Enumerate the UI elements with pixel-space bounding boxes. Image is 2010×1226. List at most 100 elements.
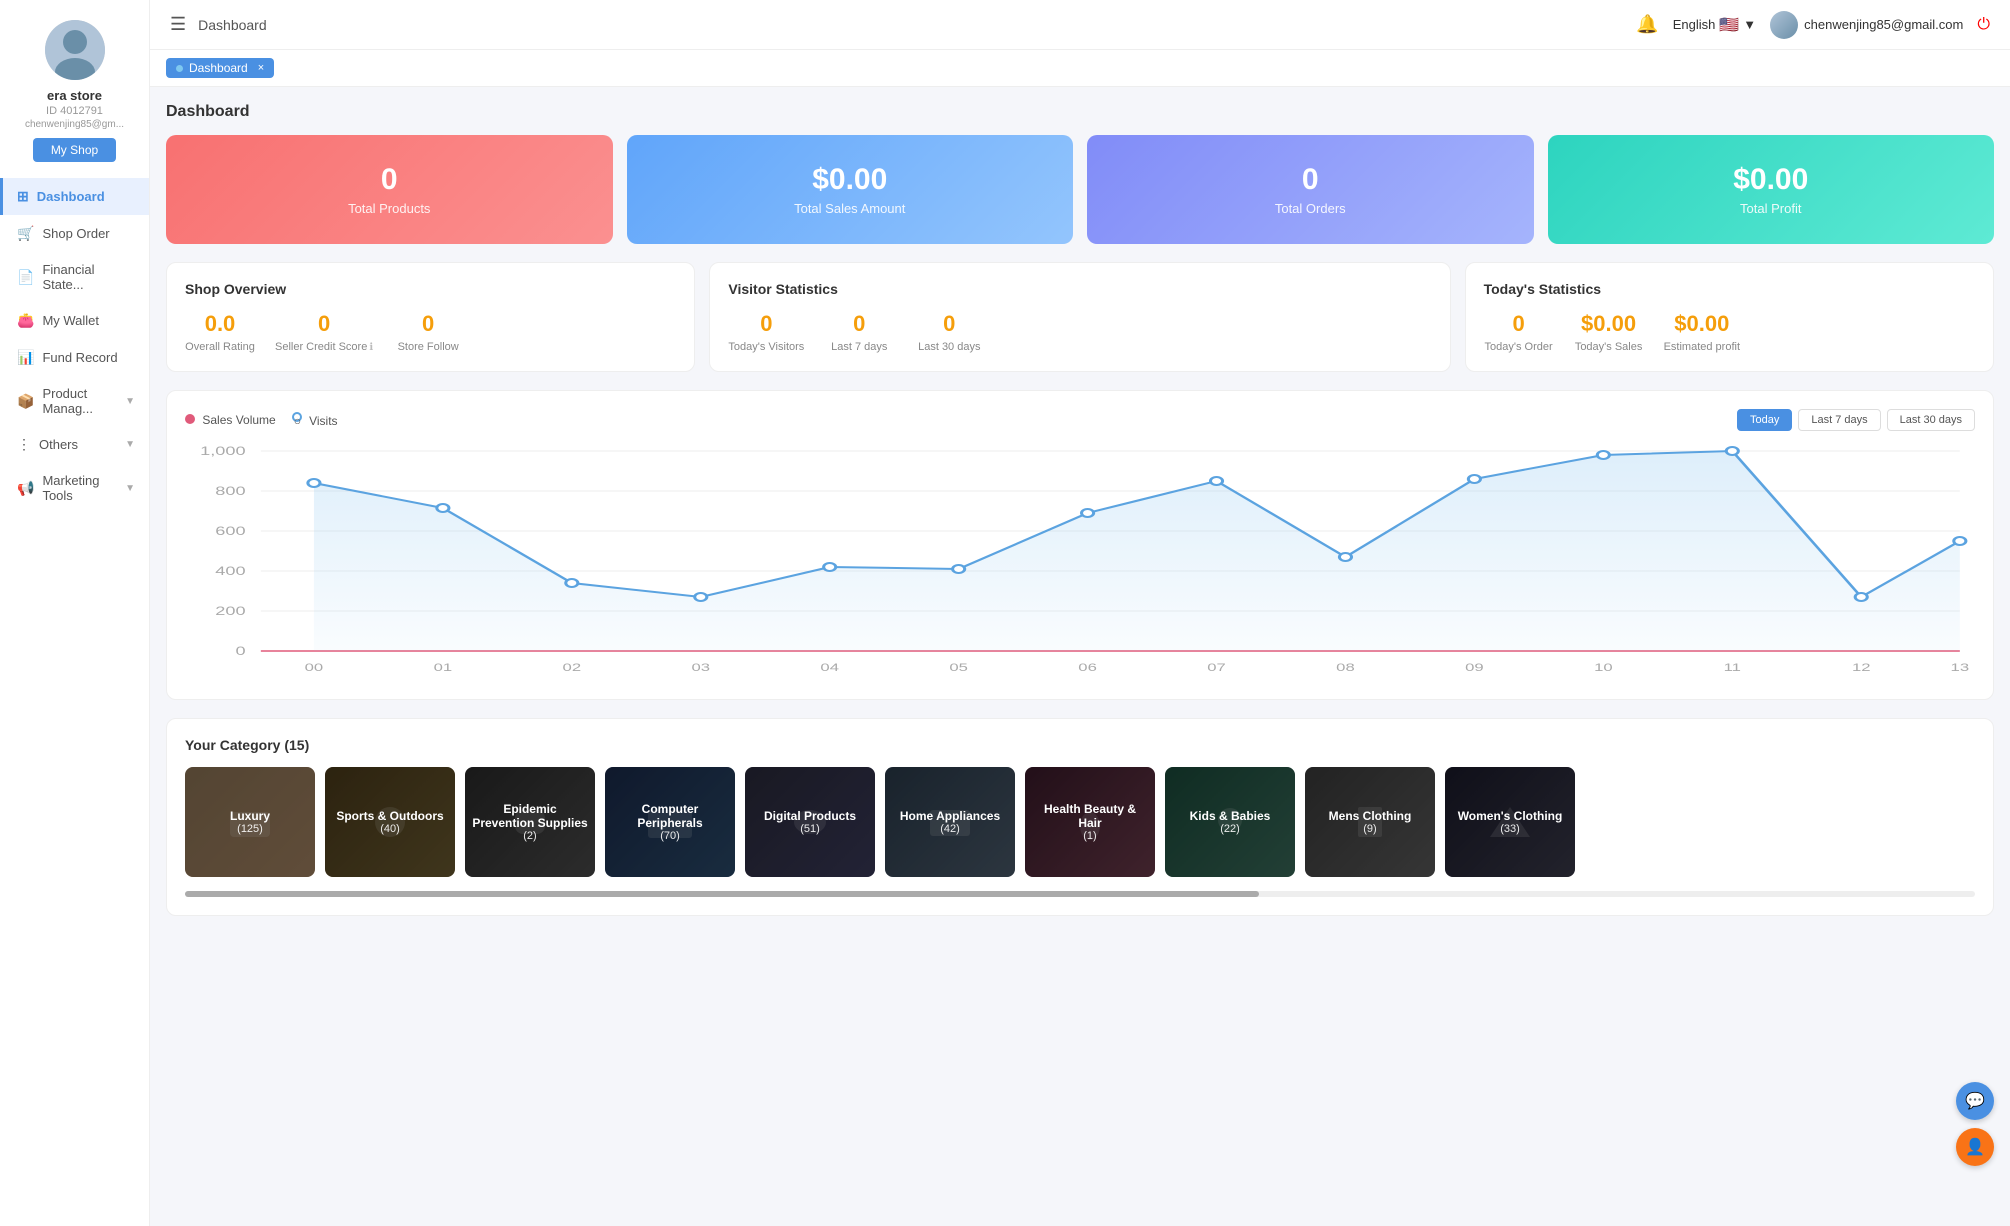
total-orders-card: 0 Total Orders: [1087, 135, 1534, 244]
shop-order-icon: 🛒: [17, 225, 34, 242]
category-epidemic[interactable]: Epidemic Prevention Supplies (2): [465, 767, 595, 877]
category-home-appliances[interactable]: Home Appliances (42): [885, 767, 1015, 877]
total-profit-label: Total Profit: [1740, 201, 1801, 216]
category-overlay: Epidemic Prevention Supplies (2): [465, 767, 595, 877]
sidebar-item-financial-state[interactable]: 📄 Financial State...: [0, 252, 149, 302]
last-7-days-value: 0: [853, 311, 865, 337]
sidebar-item-label: Financial State...: [42, 262, 135, 292]
overview-row: Shop Overview 0.0 Overall Rating 0 Selle…: [166, 262, 1994, 372]
store-email: chenwenjing85@gm...: [20, 119, 129, 130]
shop-overview-title: Shop Overview: [185, 281, 676, 297]
todays-order-label: Today's Order: [1485, 341, 1553, 353]
sidebar-item-fund-record[interactable]: 📊 Fund Record: [0, 339, 149, 376]
last-7-days-label: Last 7 days: [831, 341, 887, 353]
header-title: Dashboard: [198, 17, 1636, 33]
category-health-beauty[interactable]: Health Beauty & Hair (1): [1025, 767, 1155, 877]
cat-name: Sports & Outdoors: [336, 809, 443, 823]
total-orders-value: 0: [1302, 163, 1319, 197]
svg-text:08: 08: [1336, 661, 1355, 673]
stat-cards: 0 Total Products $0.00 Total Sales Amoun…: [166, 135, 1994, 244]
svg-text:13: 13: [1951, 661, 1970, 673]
sales-volume-dot: [185, 414, 195, 424]
chat-icon[interactable]: 💬: [1956, 1082, 1994, 1120]
svg-text:200: 200: [215, 605, 245, 618]
cat-count: (51): [800, 823, 820, 835]
dashboard-icon: ⊞: [17, 188, 29, 205]
cat-count: (9): [1363, 823, 1376, 835]
chevron-down-icon: ▼: [125, 439, 135, 450]
notification-bell-icon[interactable]: 🔔: [1636, 14, 1658, 35]
support-icon[interactable]: 👤: [1956, 1128, 1994, 1166]
scroll-bar-thumb[interactable]: [185, 891, 1259, 897]
category-digital[interactable]: Digital Products (51): [745, 767, 875, 877]
category-womens-clothing[interactable]: Women's Clothing (33): [1445, 767, 1575, 877]
cat-name: Home Appliances: [900, 809, 1000, 823]
estimated-profit-metric: $0.00 Estimated profit: [1664, 311, 1740, 353]
seller-credit-label: Seller Credit Score ℹ: [275, 341, 373, 353]
category-overlay: Computer Peripherals (70): [605, 767, 735, 877]
language-selector[interactable]: English 🇺🇸 ▼: [1673, 15, 1756, 35]
chevron-down-icon: ▼: [1743, 17, 1756, 32]
store-name: era store: [47, 88, 102, 103]
sidebar-item-dashboard[interactable]: ⊞ Dashboard: [0, 178, 149, 215]
svg-text:04: 04: [820, 661, 839, 673]
sidebar-item-others[interactable]: ⋮ Others ▼: [0, 426, 149, 463]
sidebar-item-shop-order[interactable]: 🛒 Shop Order: [0, 215, 149, 252]
visits-dot: ○: [292, 412, 302, 422]
menu-icon[interactable]: ☰: [170, 14, 186, 35]
visitor-stats-panel: Visitor Statistics 0 Today's Visitors 0 …: [709, 262, 1450, 372]
category-mens-clothing[interactable]: Mens Clothing (9): [1305, 767, 1435, 877]
todays-order-value: 0: [1512, 311, 1524, 337]
total-products-value: 0: [381, 163, 398, 197]
store-id: ID 4012791: [46, 105, 103, 117]
shop-overview-panel: Shop Overview 0.0 Overall Rating 0 Selle…: [166, 262, 695, 372]
last-7-days-button[interactable]: Last 7 days: [1798, 409, 1880, 431]
svg-text:11: 11: [1724, 661, 1741, 673]
sidebar-item-product-manage[interactable]: 📦 Product Manag... ▼: [0, 376, 149, 426]
todays-sales-metric: $0.00 Today's Sales: [1574, 311, 1644, 353]
category-overlay: Women's Clothing (33): [1445, 767, 1575, 877]
chart-area: 1,000 800 600 400 200 0 00 01 02 03 04 0…: [185, 441, 1975, 681]
breadcrumb-dot: [176, 65, 183, 72]
cat-name: Computer Peripherals: [611, 802, 729, 830]
category-kids-babies[interactable]: Kids & Babies (22): [1165, 767, 1295, 877]
svg-text:600: 600: [215, 525, 245, 538]
todays-stats-title: Today's Statistics: [1484, 281, 1975, 297]
today-button[interactable]: Today: [1737, 409, 1792, 431]
my-shop-button[interactable]: My Shop: [33, 138, 116, 162]
total-sales-value: $0.00: [812, 163, 887, 197]
sidebar-item-label: My Wallet: [42, 313, 99, 328]
last-30-days-value: 0: [943, 311, 955, 337]
cat-count: (125): [237, 823, 263, 835]
float-buttons: 💬 👤: [1956, 1082, 1994, 1166]
overall-rating-value: 0.0: [205, 311, 236, 337]
visitor-stats-metrics: 0 Today's Visitors 0 Last 7 days 0 Last …: [728, 311, 1431, 353]
todays-sales-value: $0.00: [1581, 311, 1636, 337]
cat-count: (1): [1083, 830, 1096, 842]
estimated-profit-value: $0.00: [1674, 311, 1729, 337]
dashboard-section: Dashboard 0 Total Products $0.00 Total S…: [150, 87, 2010, 932]
cat-name: Kids & Babies: [1190, 809, 1271, 823]
category-luxury[interactable]: Luxury (125): [185, 767, 315, 877]
todays-sales-label: Today's Sales: [1575, 341, 1643, 353]
visits-legend: ○ Visits: [292, 412, 338, 428]
breadcrumb-close-icon[interactable]: ×: [258, 62, 264, 74]
todays-visitors-value: 0: [760, 311, 772, 337]
total-orders-label: Total Orders: [1275, 201, 1346, 216]
category-computer[interactable]: Computer Peripherals (70): [605, 767, 735, 877]
sidebar-item-label: Dashboard: [37, 189, 105, 204]
user-avatar: [1770, 11, 1798, 39]
category-overlay: Luxury (125): [185, 767, 315, 877]
cat-name: Health Beauty & Hair: [1031, 802, 1149, 830]
cat-name: Mens Clothing: [1329, 809, 1412, 823]
svg-text:05: 05: [949, 661, 968, 673]
category-scroll[interactable]: Luxury (125) Sports & Outdoors (40): [185, 767, 1975, 887]
sales-volume-legend: Sales Volume: [185, 413, 276, 427]
svg-text:00: 00: [305, 661, 324, 673]
user-menu[interactable]: chenwenjing85@gmail.com: [1770, 11, 1963, 39]
logout-icon[interactable]: ⏻: [1977, 16, 1990, 34]
category-sports[interactable]: Sports & Outdoors (40): [325, 767, 455, 877]
sidebar-item-my-wallet[interactable]: 👛 My Wallet: [0, 302, 149, 339]
sidebar-item-marketing-tools[interactable]: 📢 Marketing Tools ▼: [0, 463, 149, 513]
last-30-days-button[interactable]: Last 30 days: [1887, 409, 1975, 431]
